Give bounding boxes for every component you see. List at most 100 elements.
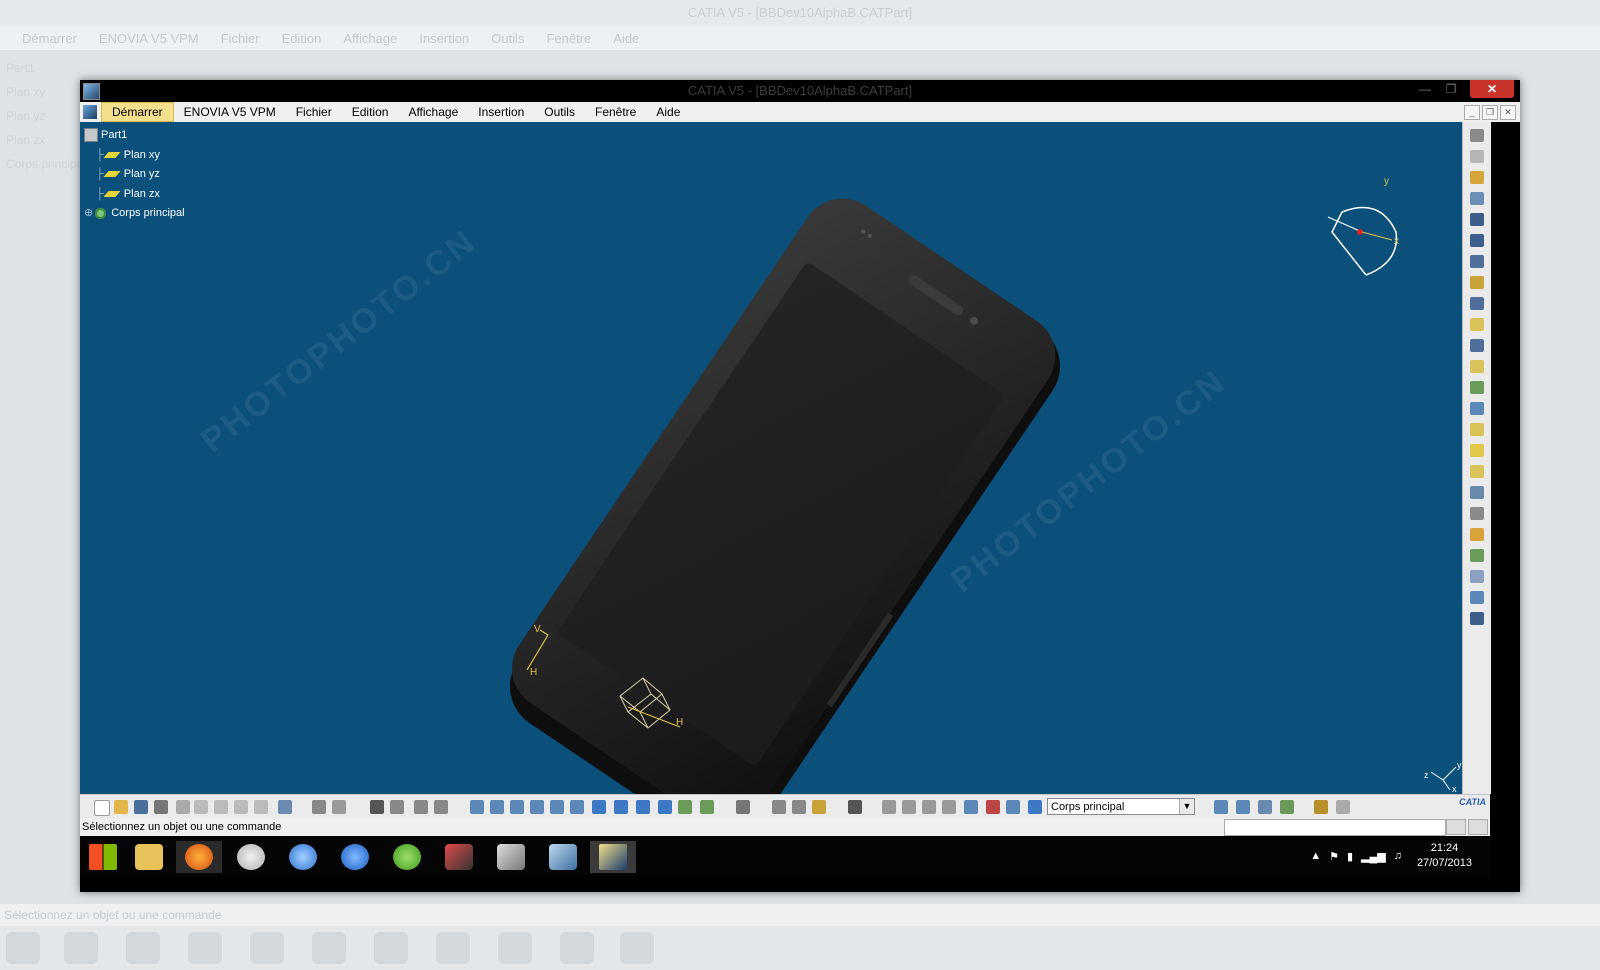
remove-loft-icon[interactable] — [1470, 402, 1484, 415]
mirror-icon[interactable] — [1470, 570, 1484, 583]
pocket-icon[interactable] — [1470, 234, 1484, 247]
analysis-icon[interactable] — [434, 800, 448, 814]
render-style-icon[interactable] — [658, 800, 672, 814]
chevron-down-icon[interactable]: ▼ — [1179, 799, 1194, 814]
line-icon[interactable] — [986, 800, 1000, 814]
zoom-out-icon[interactable] — [570, 800, 584, 814]
table-icon[interactable] — [370, 800, 384, 814]
hide-show-icon[interactable] — [678, 800, 692, 814]
plane-icon[interactable] — [1006, 800, 1020, 814]
doc-restore-button[interactable]: ❐ — [1482, 105, 1498, 120]
redo-icon[interactable] — [254, 800, 268, 814]
paste-icon[interactable] — [214, 800, 228, 814]
volume-icon[interactable]: ♫ — [1394, 850, 1402, 863]
sketcher-icon[interactable] — [1470, 192, 1484, 205]
menu-insertion[interactable]: Insertion — [468, 103, 534, 121]
print-icon[interactable] — [154, 800, 168, 814]
menu-fenetre[interactable]: Fenêtre — [585, 103, 646, 121]
doc-minimize-button[interactable]: _ — [1464, 105, 1480, 120]
sphere-icon[interactable] — [902, 800, 916, 814]
taskbar-utorrent[interactable] — [384, 841, 430, 873]
menu-aide[interactable]: Aide — [646, 103, 690, 121]
constraint-dialog-icon[interactable] — [792, 800, 806, 814]
catalog-icon[interactable] — [390, 800, 404, 814]
signal-icon[interactable]: ▂▄▆ — [1361, 850, 1386, 863]
grid-icon[interactable] — [1470, 612, 1484, 625]
undo-icon[interactable] — [234, 800, 248, 814]
analysis-tools-icon[interactable] — [1258, 800, 1272, 814]
save-icon[interactable] — [134, 800, 148, 814]
point-icon[interactable] — [964, 800, 978, 814]
phone-model[interactable]: H H V y x y z x — [80, 122, 1462, 794]
update-icon[interactable] — [736, 800, 750, 814]
axis-system-icon[interactable] — [922, 800, 936, 814]
assemble-icon[interactable] — [1236, 800, 1250, 814]
title-bar[interactable]: CATIA V5 - [BBDev10AlphaB.CATPart] — ❐ ✕ — [80, 80, 1520, 102]
taskbar-3ds[interactable] — [540, 841, 586, 873]
snapshot-icon[interactable] — [848, 800, 862, 814]
document-icon[interactable] — [83, 105, 97, 119]
slot-icon[interactable] — [1470, 339, 1484, 352]
knowledge-icon[interactable] — [332, 800, 346, 814]
hole-icon[interactable] — [1470, 297, 1484, 310]
open-file-icon[interactable] — [114, 800, 128, 814]
minimize-button[interactable]: — — [1412, 80, 1438, 98]
status-button[interactable] — [1468, 819, 1488, 835]
menu-outils[interactable]: Outils — [534, 103, 585, 121]
taskbar-explorer[interactable] — [126, 841, 172, 873]
draft-icon[interactable] — [1470, 465, 1484, 478]
maximize-button[interactable]: ❐ — [1438, 80, 1464, 98]
formula-icon[interactable] — [312, 800, 326, 814]
measure-icon[interactable] — [414, 800, 428, 814]
thread-icon[interactable] — [1470, 528, 1484, 541]
groove-icon[interactable] — [1470, 276, 1484, 289]
taskbar-catia-tools[interactable] — [488, 841, 534, 873]
loft-icon[interactable] — [1470, 381, 1484, 394]
sketch-icon[interactable] — [1470, 129, 1484, 142]
stiffener-icon[interactable] — [1470, 360, 1484, 373]
network-icon[interactable]: ▮ — [1347, 850, 1353, 863]
status-button[interactable] — [1446, 819, 1466, 835]
new-file-icon[interactable] — [94, 800, 110, 816]
taskbar-creative-suite[interactable] — [436, 841, 482, 873]
menu-edition[interactable]: Edition — [342, 103, 399, 121]
rib-icon[interactable] — [1470, 318, 1484, 331]
taskbar-paint[interactable] — [228, 841, 274, 873]
copy-icon[interactable] — [194, 800, 208, 814]
taskbar-firefox[interactable] — [176, 841, 222, 873]
transform-icon[interactable] — [1470, 549, 1484, 562]
sketch-tools-icon[interactable] — [1470, 150, 1484, 163]
show-hidden-icon[interactable]: ▲ — [1310, 850, 1321, 863]
rotate-icon[interactable] — [530, 800, 544, 814]
select-icon[interactable] — [1470, 171, 1484, 184]
command-input[interactable] — [1224, 819, 1446, 836]
shaft-icon[interactable] — [1470, 255, 1484, 268]
menu-enovia[interactable]: ENOVIA V5 VPM — [174, 103, 286, 121]
current-body-select[interactable]: Corps principal ▼ — [1047, 798, 1195, 815]
cut-icon[interactable] — [176, 800, 190, 814]
apply-material-icon[interactable] — [1314, 800, 1328, 814]
zoom-in-icon[interactable] — [550, 800, 564, 814]
taskbar-thunder[interactable] — [332, 841, 378, 873]
fit-all-icon[interactable] — [490, 800, 504, 814]
iso-view-icon[interactable] — [614, 800, 628, 814]
menu-affichage[interactable]: Affichage — [398, 103, 468, 121]
fly-mode-icon[interactable] — [470, 800, 484, 814]
clock[interactable]: 21:24 27/07/2013 — [1417, 841, 1472, 871]
catia-app-icon[interactable] — [83, 83, 100, 100]
whats-this-icon[interactable] — [278, 800, 292, 814]
pad-icon[interactable] — [1470, 213, 1484, 226]
material-library-icon[interactable] — [1336, 800, 1350, 814]
lock-icon[interactable] — [812, 800, 826, 814]
normal-view-icon[interactable] — [592, 800, 606, 814]
compass[interactable] — [1327, 206, 1398, 276]
flag-icon[interactable]: ⚑ — [1329, 850, 1339, 863]
swap-space-icon[interactable] — [700, 800, 714, 814]
body-icon[interactable] — [1028, 800, 1042, 814]
fillet-icon[interactable] — [1470, 423, 1484, 436]
menu-demarrer[interactable]: Démarrer — [101, 102, 174, 122]
pan-icon[interactable] — [510, 800, 524, 814]
boolean-icon[interactable] — [1214, 800, 1228, 814]
reference-icon[interactable] — [882, 800, 896, 814]
shell-icon[interactable] — [1470, 486, 1484, 499]
